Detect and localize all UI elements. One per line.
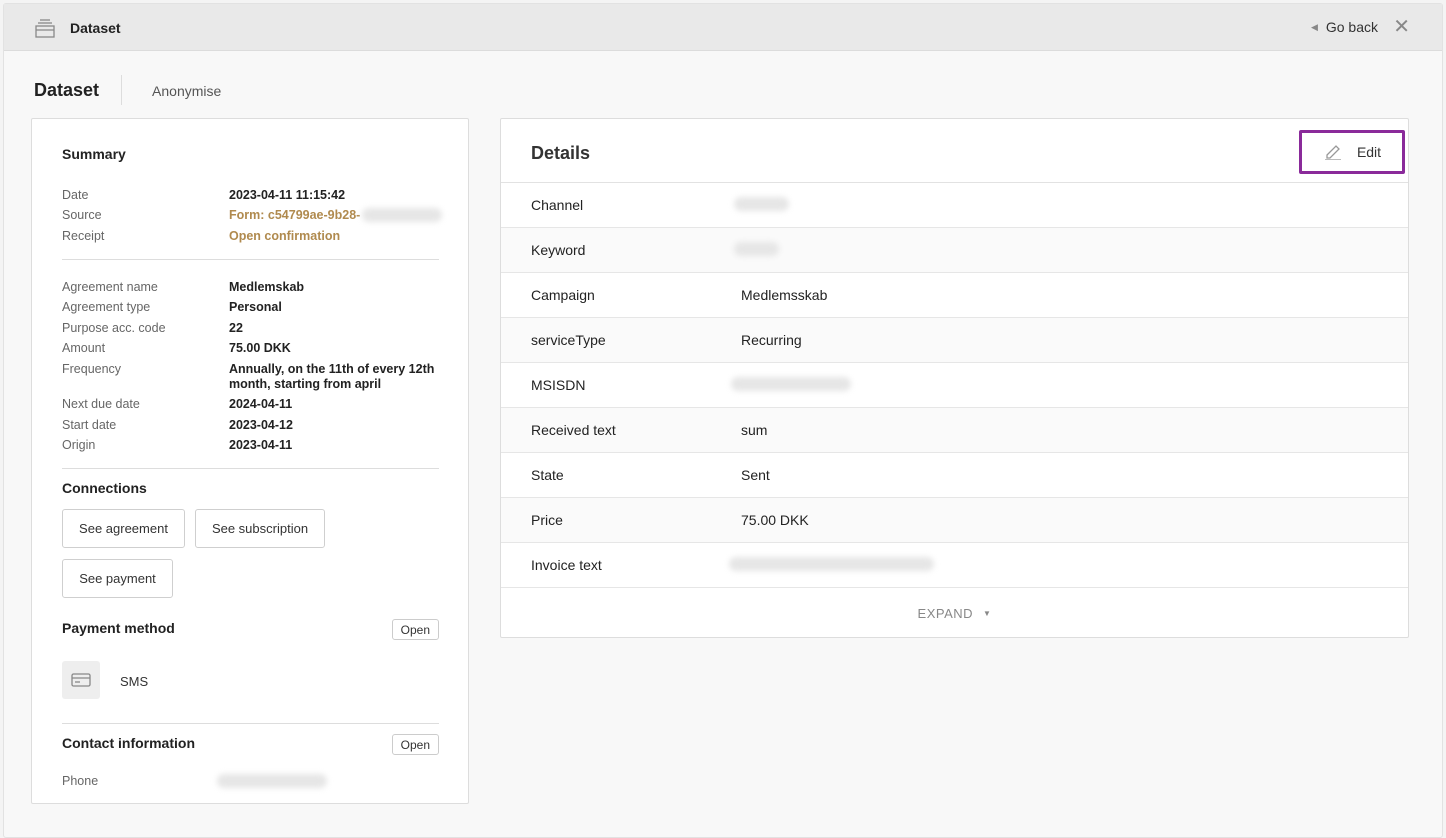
tab-anonymise[interactable]: Anonymise (152, 83, 221, 99)
payment-method-name: SMS (120, 674, 149, 689)
source-label: Source (62, 208, 102, 222)
divider (62, 468, 439, 469)
date-label: Date (62, 188, 89, 202)
see-subscription-button[interactable]: See subscription (195, 509, 325, 548)
frequency-value: Annually, on the 11th of every 12th mont… (229, 362, 435, 391)
details-header: Details Edit (501, 119, 1408, 183)
dataset-icon (34, 17, 56, 39)
details-row-price: Price 75.00 DKK (501, 498, 1408, 543)
summary-card: Summary Date 2023-04-11 11:15:42 Source … (31, 118, 469, 804)
page-title: Dataset (34, 75, 123, 105)
back-triangle-icon: ◀ (1310, 21, 1318, 32)
summary-heading: Summary (62, 146, 126, 162)
origin-value: 2023-04-11 (229, 438, 293, 452)
details-row-invoice-text: Invoice text (501, 543, 1408, 588)
details-row-campaign: Campaign Medlemsskab (501, 273, 1408, 318)
agreement-name-label: Agreement name (62, 280, 158, 294)
next-due-date-value: 2024-04-11 (229, 397, 293, 411)
row-label: serviceType (531, 332, 606, 348)
pencil-icon (1323, 142, 1343, 163)
open-confirmation-link[interactable]: Open confirmation (229, 229, 439, 244)
see-payment-button[interactable]: See payment (62, 559, 173, 598)
payment-method-heading: Payment method (62, 620, 175, 636)
divider (62, 259, 439, 260)
phone-redacted (217, 774, 327, 788)
details-card: Details Edit Channel Keyword Campaign Me… (500, 118, 1409, 638)
purpose-code-label: Purpose acc. code (62, 321, 166, 335)
edit-button[interactable]: Edit (1299, 130, 1405, 174)
row-label: Received text (531, 422, 616, 438)
contact-information-heading: Contact information (62, 735, 195, 751)
next-due-date-label: Next due date (62, 397, 140, 411)
redacted-value (734, 242, 779, 256)
redacted-value (729, 557, 934, 571)
details-row-msisdn: MSISDN (501, 363, 1408, 408)
close-icon[interactable]: ✕ (1393, 15, 1410, 39)
agreement-type-value: Personal (229, 300, 282, 314)
phone-label: Phone (62, 774, 99, 788)
row-label: State (531, 467, 564, 483)
redacted-value (731, 377, 851, 391)
divider (62, 723, 439, 724)
row-label: Keyword (531, 242, 586, 258)
agreement-type-label: Agreement type (62, 300, 151, 314)
row-label: Price (531, 512, 563, 528)
chevron-down-icon: ▼ (983, 608, 992, 618)
row-value: 75.00 DKK (741, 512, 809, 528)
go-back-label: Go back (1325, 19, 1378, 35)
row-value: Sent (741, 467, 770, 483)
origin-label: Origin (62, 438, 96, 452)
frequency-label: Frequency (62, 362, 122, 376)
go-back-button[interactable]: ◀ Go back (1311, 19, 1378, 35)
agreement-name-value: Medlemskab (229, 280, 305, 294)
amount-label: Amount (62, 341, 106, 355)
expand-label: EXPAND (917, 605, 974, 621)
details-title: Details (531, 143, 591, 163)
connections-heading: Connections (62, 480, 147, 496)
row-value: Medlemsskab (741, 287, 828, 303)
window-title: Dataset (70, 20, 121, 36)
details-row-keyword: Keyword (501, 228, 1408, 273)
details-row-channel: Channel (501, 183, 1408, 228)
details-table: Channel Keyword Campaign Medlemsskab ser… (501, 183, 1408, 588)
details-row-state: State Sent (501, 453, 1408, 498)
source-redacted (362, 208, 442, 222)
row-value: sum (741, 422, 768, 438)
receipt-label: Receipt (62, 229, 105, 243)
purpose-code-value: 22 (229, 321, 243, 335)
start-date-value: 2023-04-12 (229, 418, 293, 432)
start-date-label: Start date (62, 418, 117, 432)
details-row-received-text: Received text sum (501, 408, 1408, 453)
details-row-servicetype: serviceType Recurring (501, 318, 1408, 363)
redacted-value (734, 197, 789, 211)
row-label: Invoice text (531, 557, 602, 573)
see-agreement-button[interactable]: See agreement (62, 509, 185, 548)
row-label: Channel (531, 197, 584, 213)
contact-open-button[interactable]: Open (391, 734, 439, 755)
top-bar: Dataset ◀ Go back ✕ (4, 4, 1442, 51)
edit-label: Edit (1356, 144, 1382, 160)
expand-button[interactable]: EXPAND ▼ (501, 588, 1408, 638)
page-header: Dataset Anonymise (34, 74, 221, 106)
row-label: Campaign (531, 287, 595, 303)
date-value: 2023-04-11 11:15:42 (229, 188, 346, 202)
payment-method-open-button[interactable]: Open (391, 619, 439, 640)
credit-card-icon (62, 661, 100, 699)
row-label: MSISDN (531, 377, 586, 393)
amount-value: 75.00 DKK (229, 341, 291, 355)
row-value: Recurring (741, 332, 802, 348)
